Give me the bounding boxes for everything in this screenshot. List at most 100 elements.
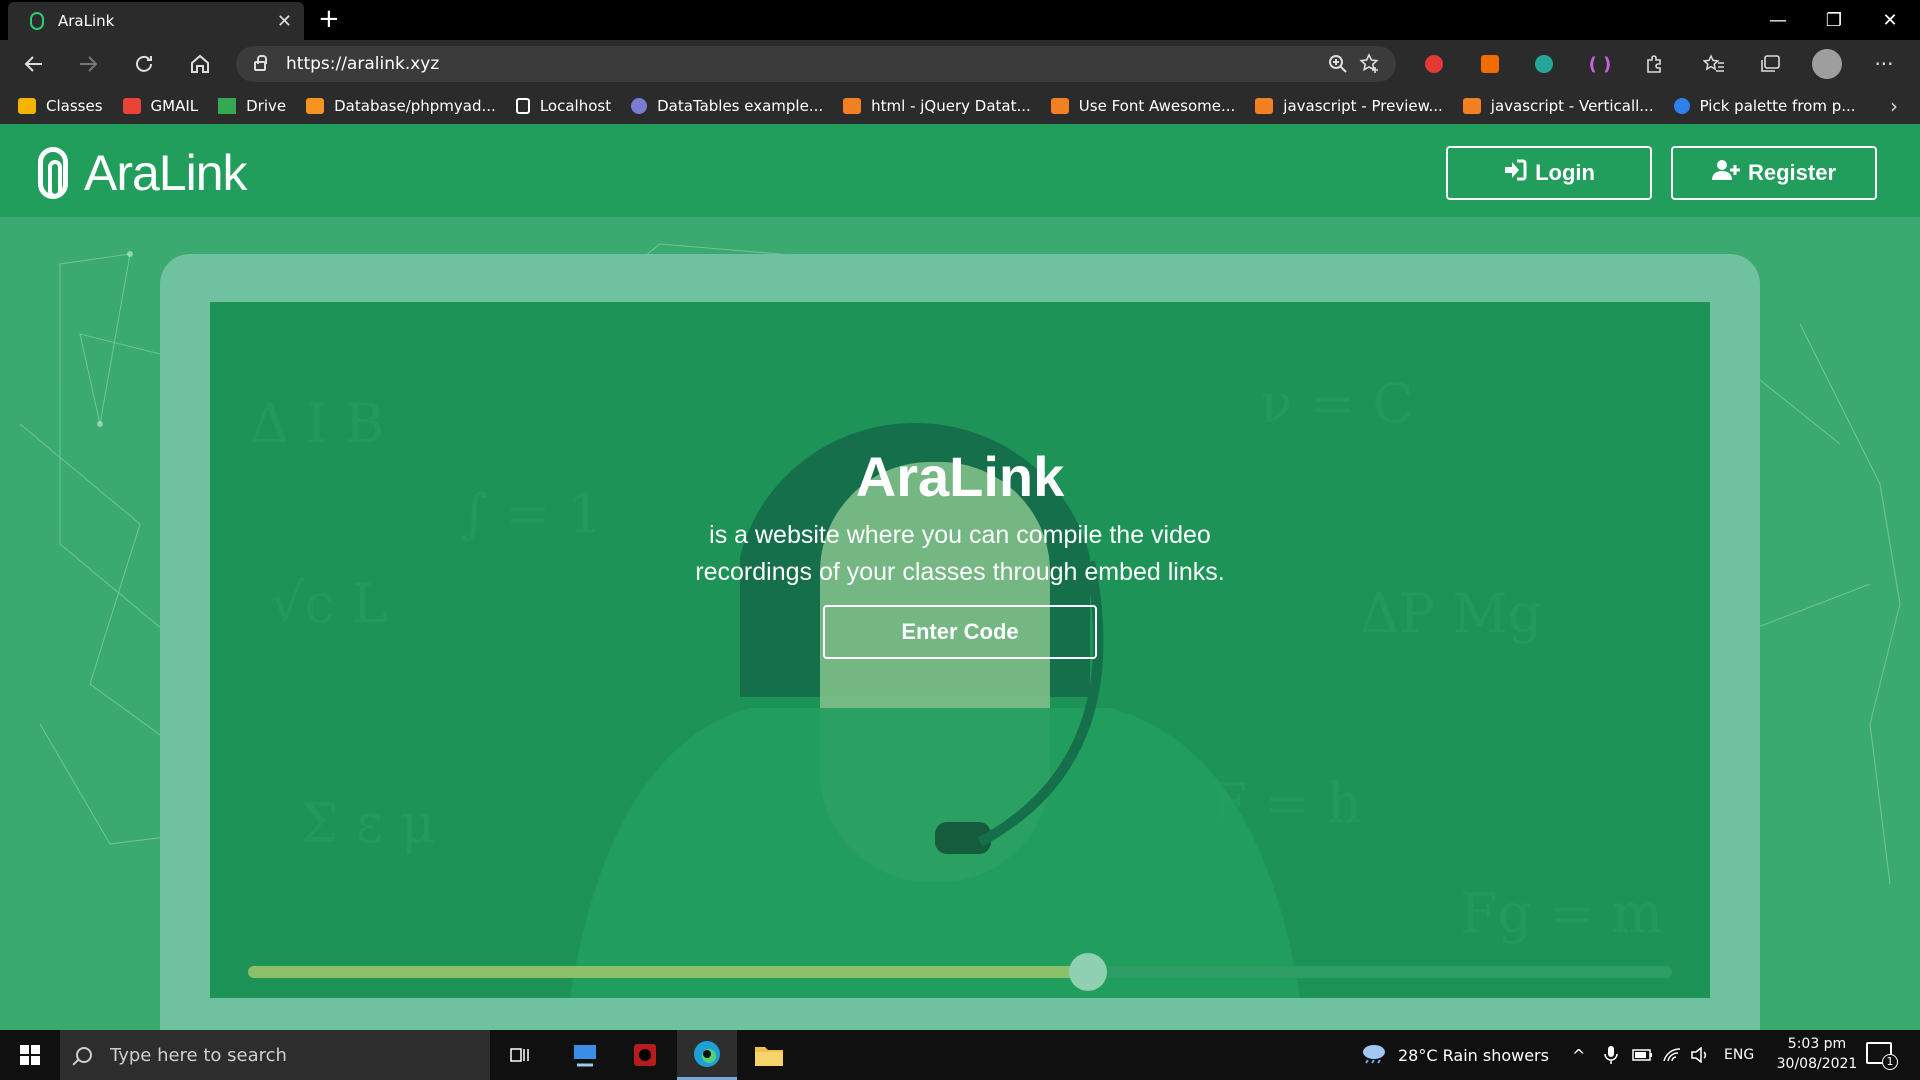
bookmark-item[interactable]: GMAIL [122, 97, 198, 115]
phpmyadmin-icon [306, 98, 325, 114]
rain-cloud-icon [1360, 1042, 1388, 1068]
login-label: Login [1535, 160, 1595, 185]
app-red-icon[interactable] [615, 1030, 675, 1080]
bookmark-label: Localhost [539, 97, 612, 115]
user-plus-icon [1711, 159, 1740, 187]
notification-center-icon[interactable]: 1 [1866, 1042, 1898, 1070]
aralink-favicon-icon [30, 12, 44, 30]
refresh-icon[interactable] [128, 48, 160, 80]
address-bar[interactable]: https://aralink.xyz [236, 46, 1396, 82]
microphone-icon[interactable] [1604, 1030, 1618, 1080]
palette-site-icon [1673, 98, 1690, 114]
tab-close-icon[interactable]: ✕ [277, 11, 292, 32]
extension-icon[interactable] [1530, 50, 1558, 78]
login-button[interactable]: Login [1446, 146, 1652, 200]
bookmark-label: html - jQuery Datat... [871, 97, 1031, 115]
bookmark-item[interactable]: DataTables example... [631, 97, 823, 115]
lock-icon[interactable] [254, 55, 267, 71]
collections-icon[interactable] [1756, 50, 1784, 78]
wifi-icon[interactable] [1662, 1030, 1682, 1080]
svg-text:Σ ε μ: Σ ε μ [300, 792, 436, 855]
bookmark-item[interactable]: Drive [218, 97, 286, 115]
svg-text:Δ I B: Δ I B [250, 392, 384, 455]
adblock-extension-icon[interactable] [1420, 50, 1448, 78]
favorites-icon[interactable] [1700, 50, 1728, 78]
zoom-icon[interactable] [1322, 48, 1354, 80]
chevron-up-icon[interactable]: ^ [1572, 1030, 1585, 1080]
windows-start-icon[interactable] [0, 1030, 60, 1080]
site-header: AraLink Login Register [0, 124, 1920, 217]
bookmark-label: Classes [46, 97, 103, 115]
battery-icon[interactable] [1632, 1030, 1654, 1080]
svg-text:ν = C: ν = C [1260, 372, 1414, 435]
stackoverflow-icon [1462, 98, 1481, 114]
bookmark-item[interactable]: javascript - Verticall... [1462, 97, 1654, 115]
bookmark-item[interactable]: html - jQuery Datat... [843, 97, 1031, 115]
svg-text:Fg = m: Fg = m [1460, 882, 1663, 945]
new-tab-icon[interactable]: + [318, 4, 340, 34]
task-view-icon[interactable] [490, 1030, 550, 1080]
stackoverflow-icon [843, 98, 862, 114]
chevron-right-icon[interactable]: › [1890, 94, 1898, 118]
extension-icon[interactable] [1476, 50, 1504, 78]
datatables-icon [631, 98, 648, 114]
hero-section: AraLink is a website where you can compi… [560, 444, 1360, 591]
page-content: Δ I B √c L ∫ = 1 Σ ε μν = C ΔP Mg F = h Fg =… [0, 124, 1920, 1030]
edge-browser-icon[interactable] [677, 1030, 737, 1080]
video-progress-knob[interactable] [1069, 953, 1108, 991]
home-icon[interactable] [184, 48, 216, 80]
back-icon[interactable] [18, 48, 50, 80]
bookmark-label: Use Font Awesome... [1078, 97, 1236, 115]
bookmark-item[interactable]: javascript - Preview... [1255, 97, 1443, 115]
add-favorite-icon[interactable] [1354, 48, 1386, 80]
url-text[interactable]: https://aralink.xyz [286, 54, 1322, 74]
stackoverflow-icon [1255, 98, 1274, 114]
stackoverflow-icon [1050, 98, 1069, 114]
site-logo[interactable]: AraLink [38, 144, 248, 202]
logo-text: AraLink [84, 145, 248, 201]
register-label: Register [1747, 160, 1837, 185]
browser-toolbar: https://aralink.xyz ( ) ··· [0, 40, 1920, 88]
video-progress-bar[interactable] [248, 953, 1672, 991]
video-progress-fill [248, 966, 1089, 978]
bookmarks-bar: Classes GMAIL Drive Database/phpmyad... … [0, 88, 1920, 124]
bookmark-item[interactable]: Pick palette from p... [1673, 97, 1856, 115]
paperclip-logo-icon [38, 147, 68, 199]
bookmark-label: DataTables example... [657, 97, 824, 115]
svg-text:ΔP Mg: ΔP Mg [1360, 582, 1542, 645]
file-explorer-icon[interactable] [739, 1030, 799, 1080]
window-close-icon[interactable]: ✕ [1862, 0, 1918, 40]
extension-icon[interactable]: ( ) [1586, 50, 1614, 78]
weather-widget[interactable]: 28°C Rain showers [1360, 1030, 1549, 1080]
bookmark-item[interactable]: Classes [18, 97, 103, 115]
google-classroom-icon [18, 98, 36, 114]
enter-code-button[interactable]: Enter Code [823, 605, 1097, 659]
bookmark-label: javascript - Verticall... [1490, 97, 1654, 115]
system-clock[interactable]: 5:03 pm 30/08/2021 [1762, 1034, 1872, 1074]
hero-title: AraLink [855, 445, 1065, 508]
bookmark-item[interactable]: Localhost [515, 97, 612, 115]
more-options-icon[interactable]: ··· [1870, 50, 1898, 78]
speaker-icon[interactable] [1690, 1030, 1710, 1080]
remote-desktop-icon[interactable] [555, 1030, 615, 1080]
minimize-icon[interactable]: — [1750, 0, 1806, 40]
tab-title: AraLink [58, 12, 115, 30]
clock-time: 5:03 pm [1787, 1036, 1847, 1052]
google-drive-icon [218, 98, 237, 114]
page-icon [515, 98, 530, 114]
taskbar-search[interactable]: Type here to search [60, 1030, 490, 1080]
extensions-puzzle-icon[interactable] [1640, 50, 1668, 78]
browser-tab-bar: AraLink ✕ + — ❐ ✕ [0, 0, 1920, 40]
bookmark-item[interactable]: Database/phpmyad... [306, 97, 496, 115]
bookmark-item[interactable]: Use Font Awesome... [1050, 97, 1236, 115]
search-placeholder: Type here to search [110, 1044, 287, 1066]
register-button[interactable]: Register [1671, 146, 1877, 200]
forward-icon[interactable] [72, 48, 104, 80]
browser-tab[interactable]: AraLink ✕ [8, 2, 304, 40]
bookmark-label: javascript - Preview... [1283, 97, 1443, 115]
bookmark-label: Pick palette from p... [1699, 97, 1856, 115]
hero-description: is a website where you can compile the v… [695, 521, 1225, 586]
restore-icon[interactable]: ❐ [1806, 0, 1862, 40]
language-indicator[interactable]: ENG [1724, 1030, 1754, 1080]
profile-avatar[interactable] [1812, 49, 1842, 79]
